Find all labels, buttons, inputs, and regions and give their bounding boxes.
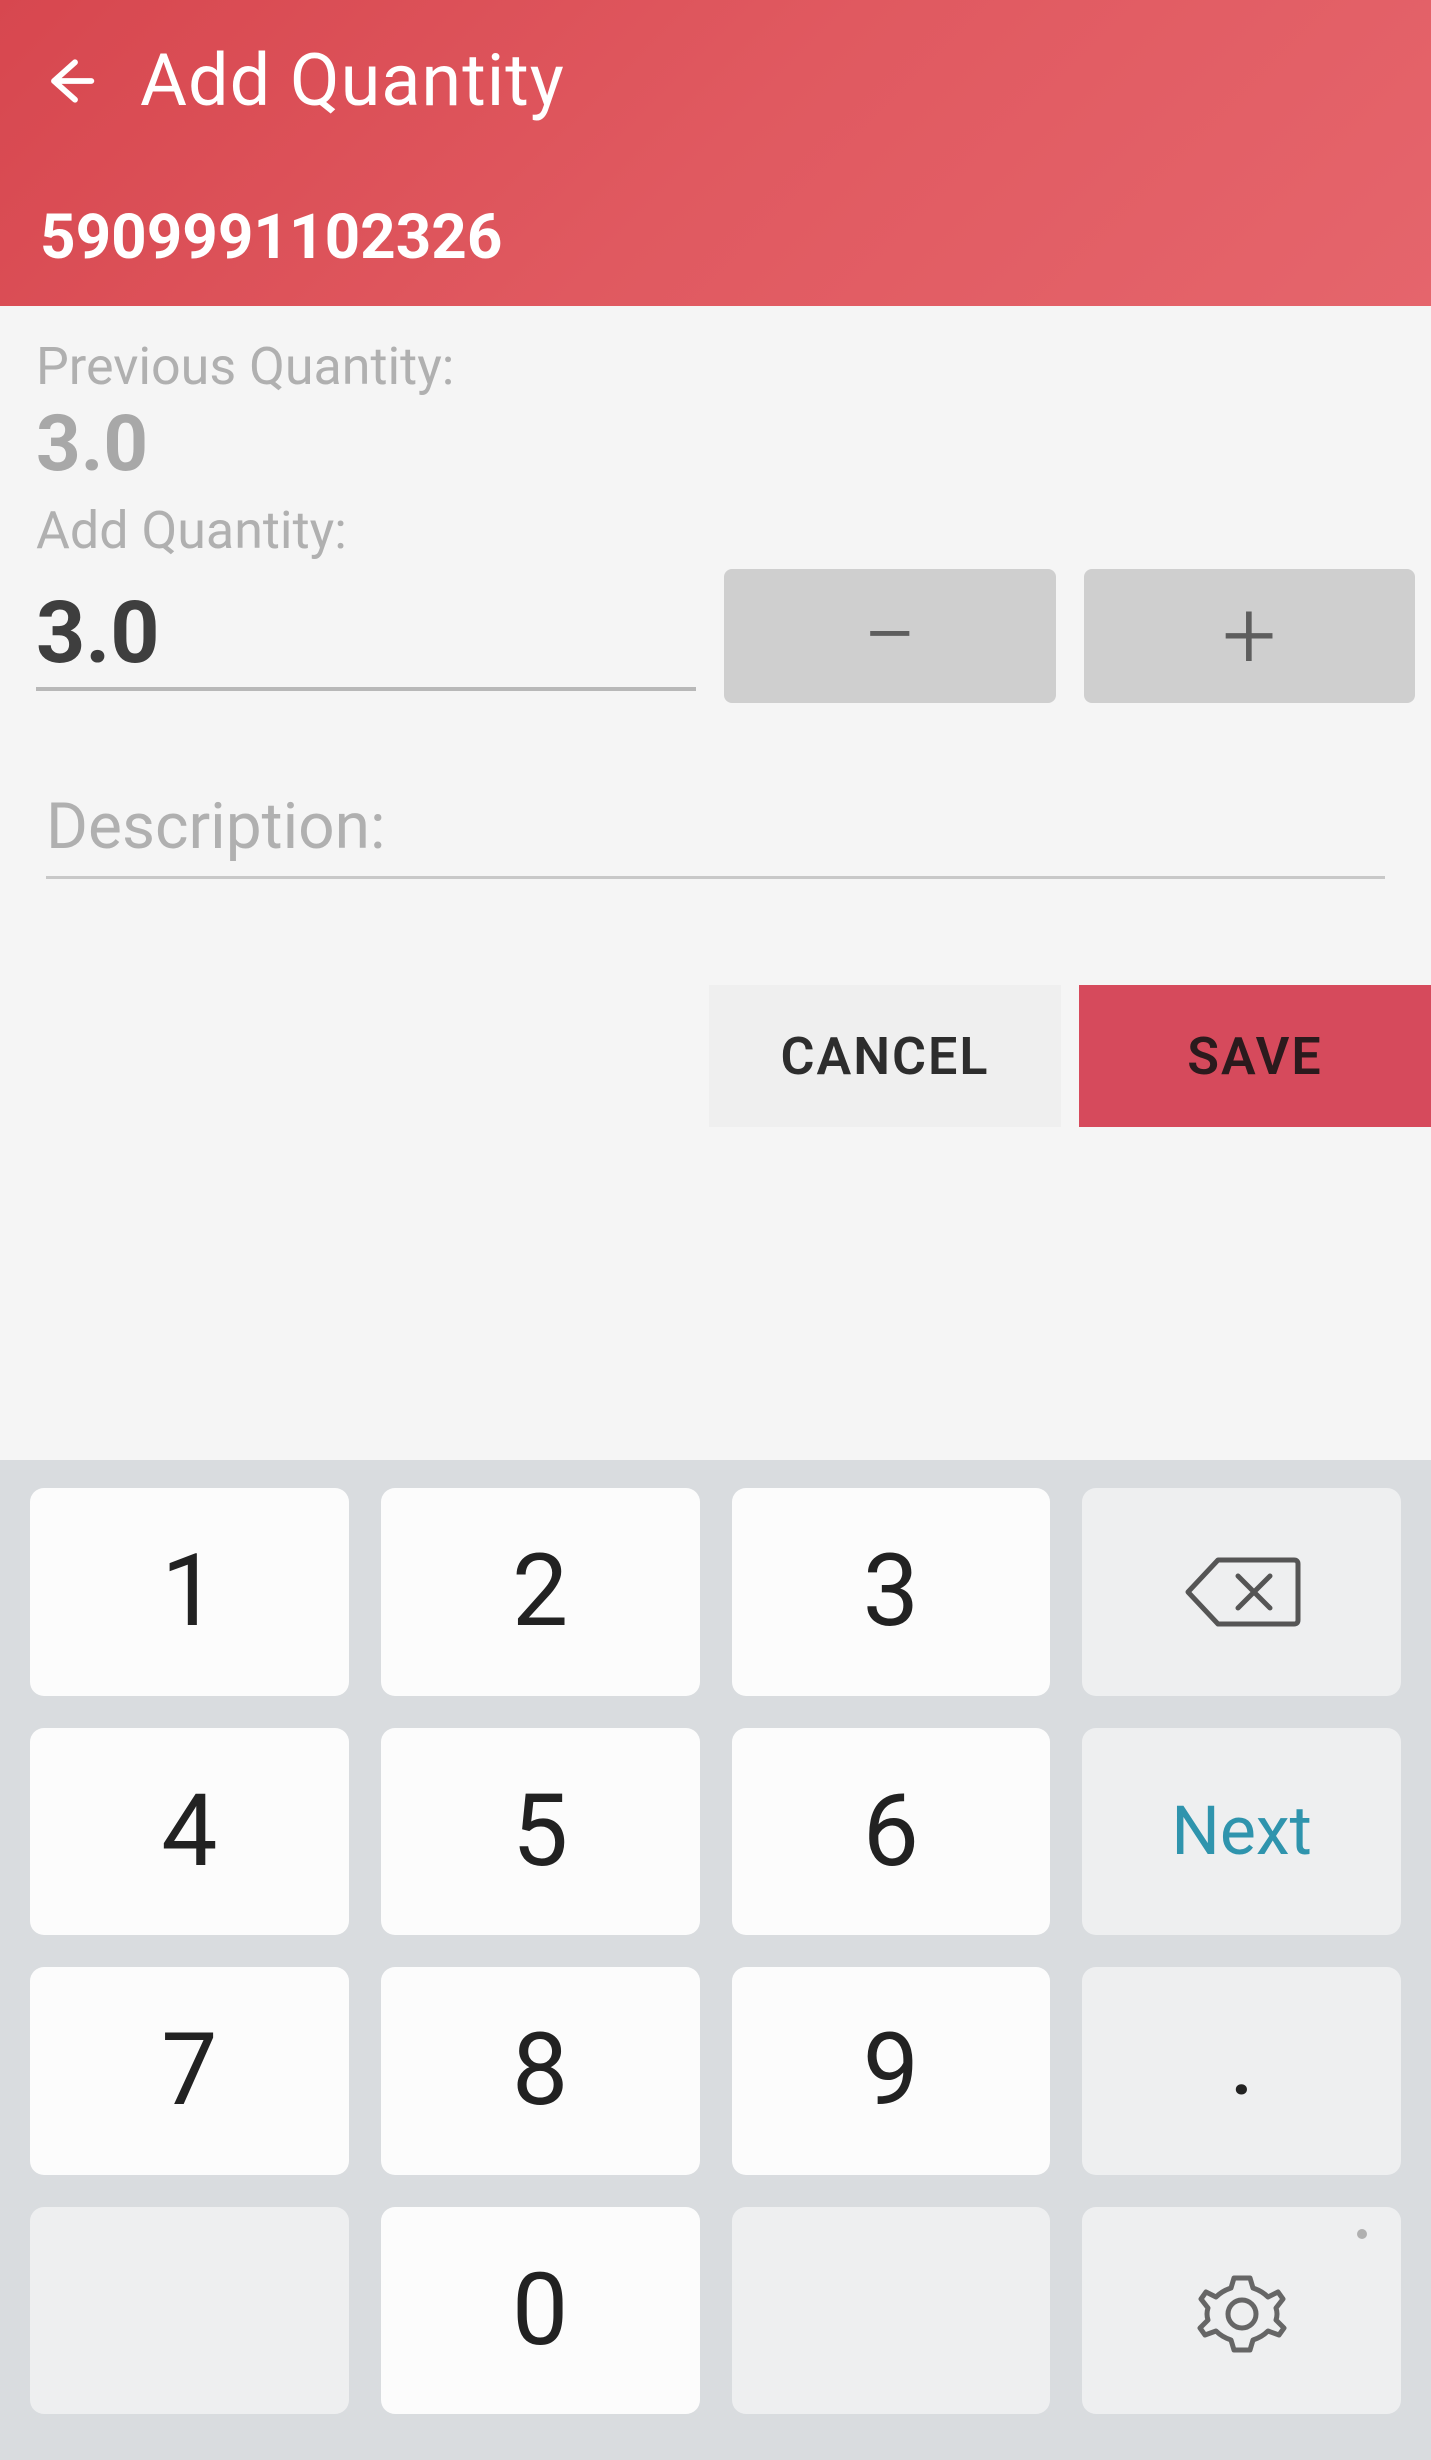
key-8[interactable]: 8	[381, 1967, 700, 2175]
previous-quantity-value: 3.0	[36, 399, 1395, 490]
key-settings[interactable]	[1082, 2207, 1401, 2415]
key-decimal[interactable]: .	[1082, 1967, 1401, 2175]
increment-button[interactable]: +	[1084, 569, 1416, 703]
barcode-value: 5909991102326	[40, 201, 1391, 274]
quantity-stepper-row: − +	[36, 569, 1395, 703]
numeric-keypad: 1 2 3 4 5 6 Next 7 8 9 . 0	[0, 1460, 1431, 2460]
key-0[interactable]: 0	[381, 2207, 700, 2415]
save-button[interactable]: SAVE	[1079, 985, 1431, 1127]
form-content: Previous Quantity: 3.0 Add Quantity: − +…	[0, 306, 1431, 1127]
action-buttons: CANCEL SAVE	[36, 985, 1431, 1127]
key-3[interactable]: 3	[732, 1488, 1051, 1696]
previous-quantity-label: Previous Quantity:	[36, 336, 1395, 397]
quantity-input-wrap	[36, 582, 696, 691]
gear-icon	[1196, 2264, 1288, 2356]
key-blank-left[interactable]	[30, 2207, 349, 2415]
cancel-button[interactable]: CANCEL	[709, 985, 1061, 1127]
decrement-button[interactable]: −	[724, 569, 1056, 703]
key-6[interactable]: 6	[732, 1728, 1051, 1936]
key-9[interactable]: 9	[732, 1967, 1051, 2175]
header-top-row: Add Quantity	[40, 38, 1391, 123]
key-1[interactable]: 1	[30, 1488, 349, 1696]
key-2[interactable]: 2	[381, 1488, 700, 1696]
description-input[interactable]	[46, 773, 1385, 879]
key-next[interactable]: Next	[1082, 1728, 1401, 1936]
quantity-input[interactable]	[36, 582, 696, 683]
key-5[interactable]: 5	[381, 1728, 700, 1936]
settings-indicator-dot	[1357, 2229, 1367, 2239]
add-quantity-label: Add Quantity:	[36, 500, 1395, 561]
key-blank-right[interactable]	[732, 2207, 1051, 2415]
page-title: Add Quantity	[140, 38, 565, 123]
key-7[interactable]: 7	[30, 1967, 349, 2175]
backspace-icon	[1182, 1554, 1302, 1630]
app-header: Add Quantity 5909991102326	[0, 0, 1431, 306]
key-backspace[interactable]	[1082, 1488, 1401, 1696]
description-row	[36, 773, 1395, 879]
back-icon[interactable]	[40, 53, 96, 109]
key-4[interactable]: 4	[30, 1728, 349, 1936]
